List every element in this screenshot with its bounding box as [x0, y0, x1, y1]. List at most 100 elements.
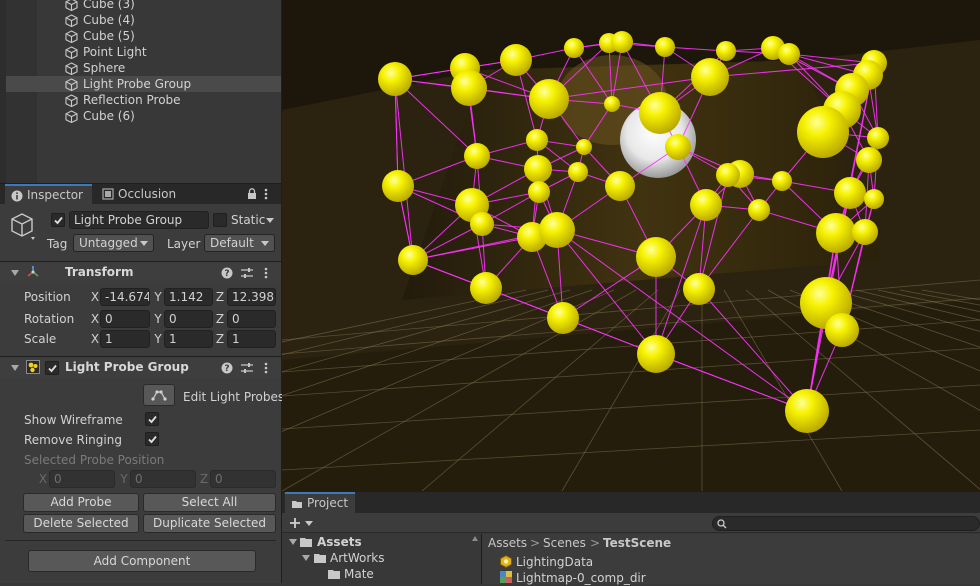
light-probe[interactable] [748, 199, 770, 221]
light-probe[interactable] [470, 212, 494, 236]
light-probe[interactable] [611, 31, 633, 53]
add-component-button[interactable]: Add Component [28, 550, 256, 572]
hierarchy-item[interactable]: Sphere [6, 60, 281, 76]
position-x-field[interactable]: -14.674 [100, 288, 150, 306]
add-probe-button[interactable]: Add Probe [23, 493, 139, 512]
light-probe[interactable] [797, 106, 849, 158]
lock-icon[interactable] [247, 188, 257, 200]
select-all-button[interactable]: Select All [143, 493, 276, 512]
tab-inspector[interactable]: Inspector [5, 184, 92, 205]
scene-canvas[interactable] [282, 0, 980, 491]
rotation-x-field[interactable]: 0 [100, 310, 150, 328]
duplicate-selected-button[interactable]: Duplicate Selected [143, 514, 276, 533]
transform-header[interactable]: Transform ? [0, 261, 281, 283]
light-probe[interactable] [639, 92, 681, 134]
light-probe[interactable] [683, 273, 715, 305]
light-probe[interactable] [772, 171, 792, 191]
foldout-arrow-icon[interactable] [11, 270, 19, 276]
light-probe[interactable] [637, 335, 675, 373]
tag-dropdown[interactable]: Untagged [73, 234, 154, 252]
light-probe[interactable] [690, 189, 722, 221]
project-search-input[interactable] [712, 516, 980, 531]
rotation-y-field[interactable]: 0 [164, 310, 213, 328]
foldout-arrow-icon[interactable] [11, 365, 19, 371]
light-probe[interactable] [665, 134, 691, 160]
position-y-field[interactable]: 1.142 [164, 288, 213, 306]
light-probe[interactable] [867, 127, 889, 149]
foldout-arrow-icon[interactable] [302, 555, 310, 561]
help-icon[interactable]: ? [220, 266, 234, 280]
gameobject-cube-icon[interactable] [10, 212, 36, 240]
light-probe[interactable] [529, 79, 569, 119]
component-menu-icon[interactable] [264, 362, 268, 374]
light-probe-group-enabled-checkbox[interactable] [45, 361, 59, 375]
remove-ringing-checkbox[interactable] [145, 432, 159, 446]
rotation-z-field[interactable]: 0 [227, 310, 276, 328]
file-lightmap[interactable]: Lightmap-0_comp_dir [516, 570, 646, 586]
light-probe[interactable] [500, 44, 532, 76]
file-lightingdata[interactable]: LightingData [516, 554, 593, 570]
hierarchy-item[interactable]: Cube (5) [6, 28, 281, 44]
scale-y-field[interactable]: 1 [164, 330, 213, 348]
tree-item-artworks[interactable]: ArtWorks [330, 550, 385, 566]
light-probe[interactable] [539, 212, 575, 248]
light-probe[interactable] [834, 177, 866, 209]
light-probe[interactable] [564, 38, 584, 58]
preset-sliders-icon[interactable] [240, 361, 254, 375]
hierarchy-item[interactable]: Cube (6) [6, 108, 281, 124]
breadcrumb-scenes[interactable]: Scenes [543, 536, 586, 550]
edit-light-probes-button[interactable] [143, 384, 175, 406]
hierarchy-item[interactable]: Point Light [6, 44, 281, 60]
light-probe[interactable] [825, 313, 859, 347]
light-probe[interactable] [547, 302, 579, 334]
breadcrumb-assets[interactable]: Assets [488, 536, 527, 550]
tab-project[interactable]: Project [285, 492, 355, 513]
active-checkbox[interactable] [51, 213, 65, 227]
static-dropdown-icon[interactable] [266, 218, 274, 223]
light-probe[interactable] [568, 162, 588, 182]
light-probe[interactable] [604, 96, 620, 112]
scale-z-field[interactable]: 1 [227, 330, 276, 348]
light-probe[interactable] [524, 155, 552, 183]
light-probe[interactable] [856, 147, 882, 173]
hierarchy-item[interactable]: Reflection Probe [6, 92, 281, 108]
light-probe[interactable] [528, 181, 550, 203]
create-dropdown-icon[interactable] [305, 521, 313, 526]
show-wireframe-checkbox[interactable] [145, 412, 159, 426]
tree-item-assets[interactable]: Assets [317, 534, 362, 550]
light-probe[interactable] [464, 143, 490, 169]
hierarchy-item[interactable]: Cube (3) [6, 0, 281, 12]
breadcrumb-testscene[interactable]: TestScene [603, 536, 671, 550]
kebab-menu-icon[interactable] [264, 188, 268, 200]
scene-view[interactable] [282, 0, 980, 491]
hierarchy-item[interactable]: Light Probe Group [6, 76, 281, 92]
delete-selected-button[interactable]: Delete Selected [23, 514, 139, 533]
preset-sliders-icon[interactable] [240, 266, 254, 280]
component-menu-icon[interactable] [264, 267, 268, 279]
light-probe[interactable] [382, 170, 414, 202]
light-probe[interactable] [716, 163, 740, 187]
light-probe[interactable] [864, 189, 884, 209]
help-icon[interactable]: ? [220, 361, 234, 375]
light-probe[interactable] [398, 245, 428, 275]
layer-dropdown[interactable]: Default [204, 234, 275, 252]
light-probe[interactable] [655, 37, 675, 57]
light-probe[interactable] [785, 389, 829, 433]
scroll-up-icon[interactable] [472, 536, 478, 541]
tab-occlusion[interactable]: Occlusion [96, 184, 186, 205]
position-z-field[interactable]: 12.398 [227, 288, 276, 306]
light-probe[interactable] [378, 62, 412, 96]
scale-x-field[interactable]: 1 [100, 330, 150, 348]
hierarchy-item[interactable]: Cube (4) [6, 12, 281, 28]
light-probe[interactable] [636, 237, 676, 277]
light-probe[interactable] [605, 171, 635, 201]
static-checkbox[interactable] [213, 213, 227, 227]
object-name-field[interactable]: Light Probe Group [69, 211, 209, 229]
light-probe[interactable] [716, 41, 736, 61]
light-probe-group-header[interactable]: Light Probe Group ? [0, 356, 281, 378]
tree-item-mate[interactable]: Mate [344, 566, 374, 582]
light-probe[interactable] [526, 129, 548, 151]
light-probe[interactable] [576, 139, 592, 155]
light-probe[interactable] [816, 213, 856, 253]
light-probe[interactable] [778, 43, 800, 65]
